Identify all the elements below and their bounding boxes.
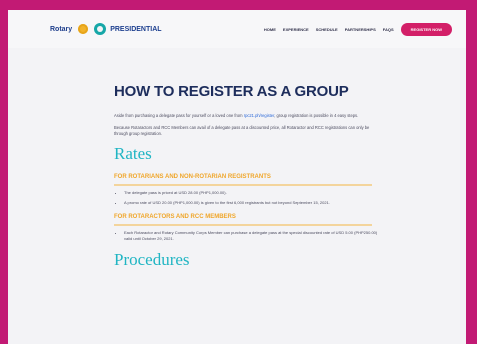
rotarians-heading: FOR ROTARIANS AND NON-ROTARIAN REGISTRAN…: [114, 174, 271, 180]
rotaractors-list: Each Rotaractor and Rotary Community Cor…: [114, 230, 379, 242]
presidential-logo[interactable]: PRESIDENTIAL: [94, 23, 162, 35]
rotaractors-heading: FOR ROTARACTORS AND RCC MEMBERS: [114, 214, 236, 220]
discount-paragraph: Because Rotaractors and RCC Members can …: [114, 125, 370, 136]
nav-partnerships[interactable]: PARTNERSHIPS: [345, 27, 376, 32]
logo-mark-icon: [94, 23, 107, 35]
register-button[interactable]: REGISTER NOW: [400, 22, 452, 36]
rotarians-list: The delegate pass is priced at USD 28.00…: [114, 190, 379, 206]
rotaractors-bullet-1: Each Rotaractor and Rotary Community Cor…: [124, 230, 379, 242]
procedures-title: Procedures: [114, 250, 190, 269]
rotary-label: Rotary: [50, 25, 73, 33]
page-title: HOW TO REGISTER AS A GROUP: [114, 83, 349, 100]
intro-suffix: , group registration is possible in 4 ea…: [274, 113, 359, 118]
nav-faqs[interactable]: FAQS: [383, 27, 394, 32]
brand: Rotary PRESIDENTIAL: [50, 23, 162, 35]
intro-paragraph: Aside from purchasing a delegate pass fo…: [114, 113, 379, 119]
nav-experience[interactable]: EXPERIENCE: [283, 27, 309, 32]
main-content: HOW TO REGISTER AS A GROUP Aside from pu…: [8, 48, 379, 270]
site-header: Rotary PRESIDENTIAL HOME EXPERIENCE SCHE…: [8, 10, 466, 48]
top-nav: HOME EXPERIENCE SCHEDULE PARTNERSHIPS FA…: [264, 22, 452, 36]
page-frame: Rotary PRESIDENTIAL HOME EXPERIENCE SCHE…: [8, 10, 466, 344]
rotary-wheel-icon: [78, 24, 89, 34]
rates-title: Rates: [114, 144, 152, 163]
nav-schedule[interactable]: SCHEDULE: [316, 27, 338, 32]
registration-link[interactable]: rpc21.ph/register: [244, 113, 275, 118]
rotaractors-divider: [114, 224, 372, 226]
nav-home[interactable]: HOME: [264, 27, 276, 32]
rotarians-bullet-2: A promo rate of USD 20.00 (PHP1,000.00) …: [124, 200, 379, 206]
rotarians-divider: [114, 184, 372, 186]
rotarians-bullet-1: The delegate pass is priced at USD 28.00…: [124, 190, 379, 196]
intro-prefix: Aside from purchasing a delegate pass fo…: [114, 113, 243, 118]
logo-text: PRESIDENTIAL: [110, 25, 162, 33]
